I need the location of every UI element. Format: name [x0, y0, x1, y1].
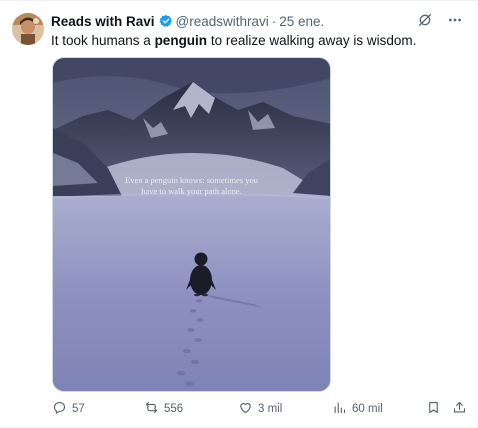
views-button[interactable]: 60 mil	[332, 399, 383, 419]
avatar[interactable]	[12, 13, 44, 45]
author-handle[interactable]: @readswithravi	[176, 14, 269, 29]
penguin-mountain-illustration	[53, 58, 330, 391]
repost-count: 556	[164, 403, 184, 415]
tweet-text-after: to realize walking away is wisdom.	[207, 33, 417, 48]
tweet-card[interactable]: Reads with Ravi @readswithravi · 25 ene.…	[0, 0, 478, 428]
separator-dot: ·	[271, 13, 277, 29]
tweet-header: Reads with Ravi @readswithravi · 25 ene.	[51, 12, 418, 30]
share-button[interactable]	[452, 399, 467, 419]
tweet-text-bold: penguin	[154, 33, 208, 48]
image-quote-line1: Even a penguin knows: sometimes you	[125, 175, 258, 185]
image-quote: Even a penguin knows: sometimes you have…	[93, 175, 290, 197]
views-count: 60 mil	[352, 403, 383, 415]
more-icon[interactable]	[446, 11, 464, 29]
reply-icon	[52, 400, 67, 418]
bookmark-icon	[426, 400, 441, 418]
like-count: 3 mil	[258, 403, 283, 415]
tweet-image[interactable]: Even a penguin knows: sometimes you have…	[52, 57, 331, 392]
tweet-date[interactable]: 25 ene.	[279, 14, 324, 29]
top-icons	[416, 11, 464, 29]
reply-count: 57	[72, 403, 85, 415]
repost-icon	[144, 400, 159, 418]
views-icon	[332, 400, 347, 418]
like-button[interactable]: 3 mil	[238, 399, 282, 419]
action-bar: 57 556 3 mil 60 mil	[52, 399, 468, 419]
heart-icon	[238, 400, 253, 418]
grok-icon[interactable]	[416, 11, 434, 29]
reply-button[interactable]: 57	[52, 399, 85, 419]
image-quote-line2: have to walk your path alone.	[141, 186, 242, 196]
repost-button[interactable]: 556	[144, 399, 183, 419]
tweet-text: It took humans a penguin to realize walk…	[51, 32, 458, 50]
bookmark-button[interactable]	[426, 399, 441, 419]
share-icon	[452, 400, 467, 418]
tweet-text-before: It took humans a	[51, 33, 155, 48]
verified-badge-icon	[159, 14, 173, 28]
author-name[interactable]: Reads with Ravi	[51, 14, 155, 29]
